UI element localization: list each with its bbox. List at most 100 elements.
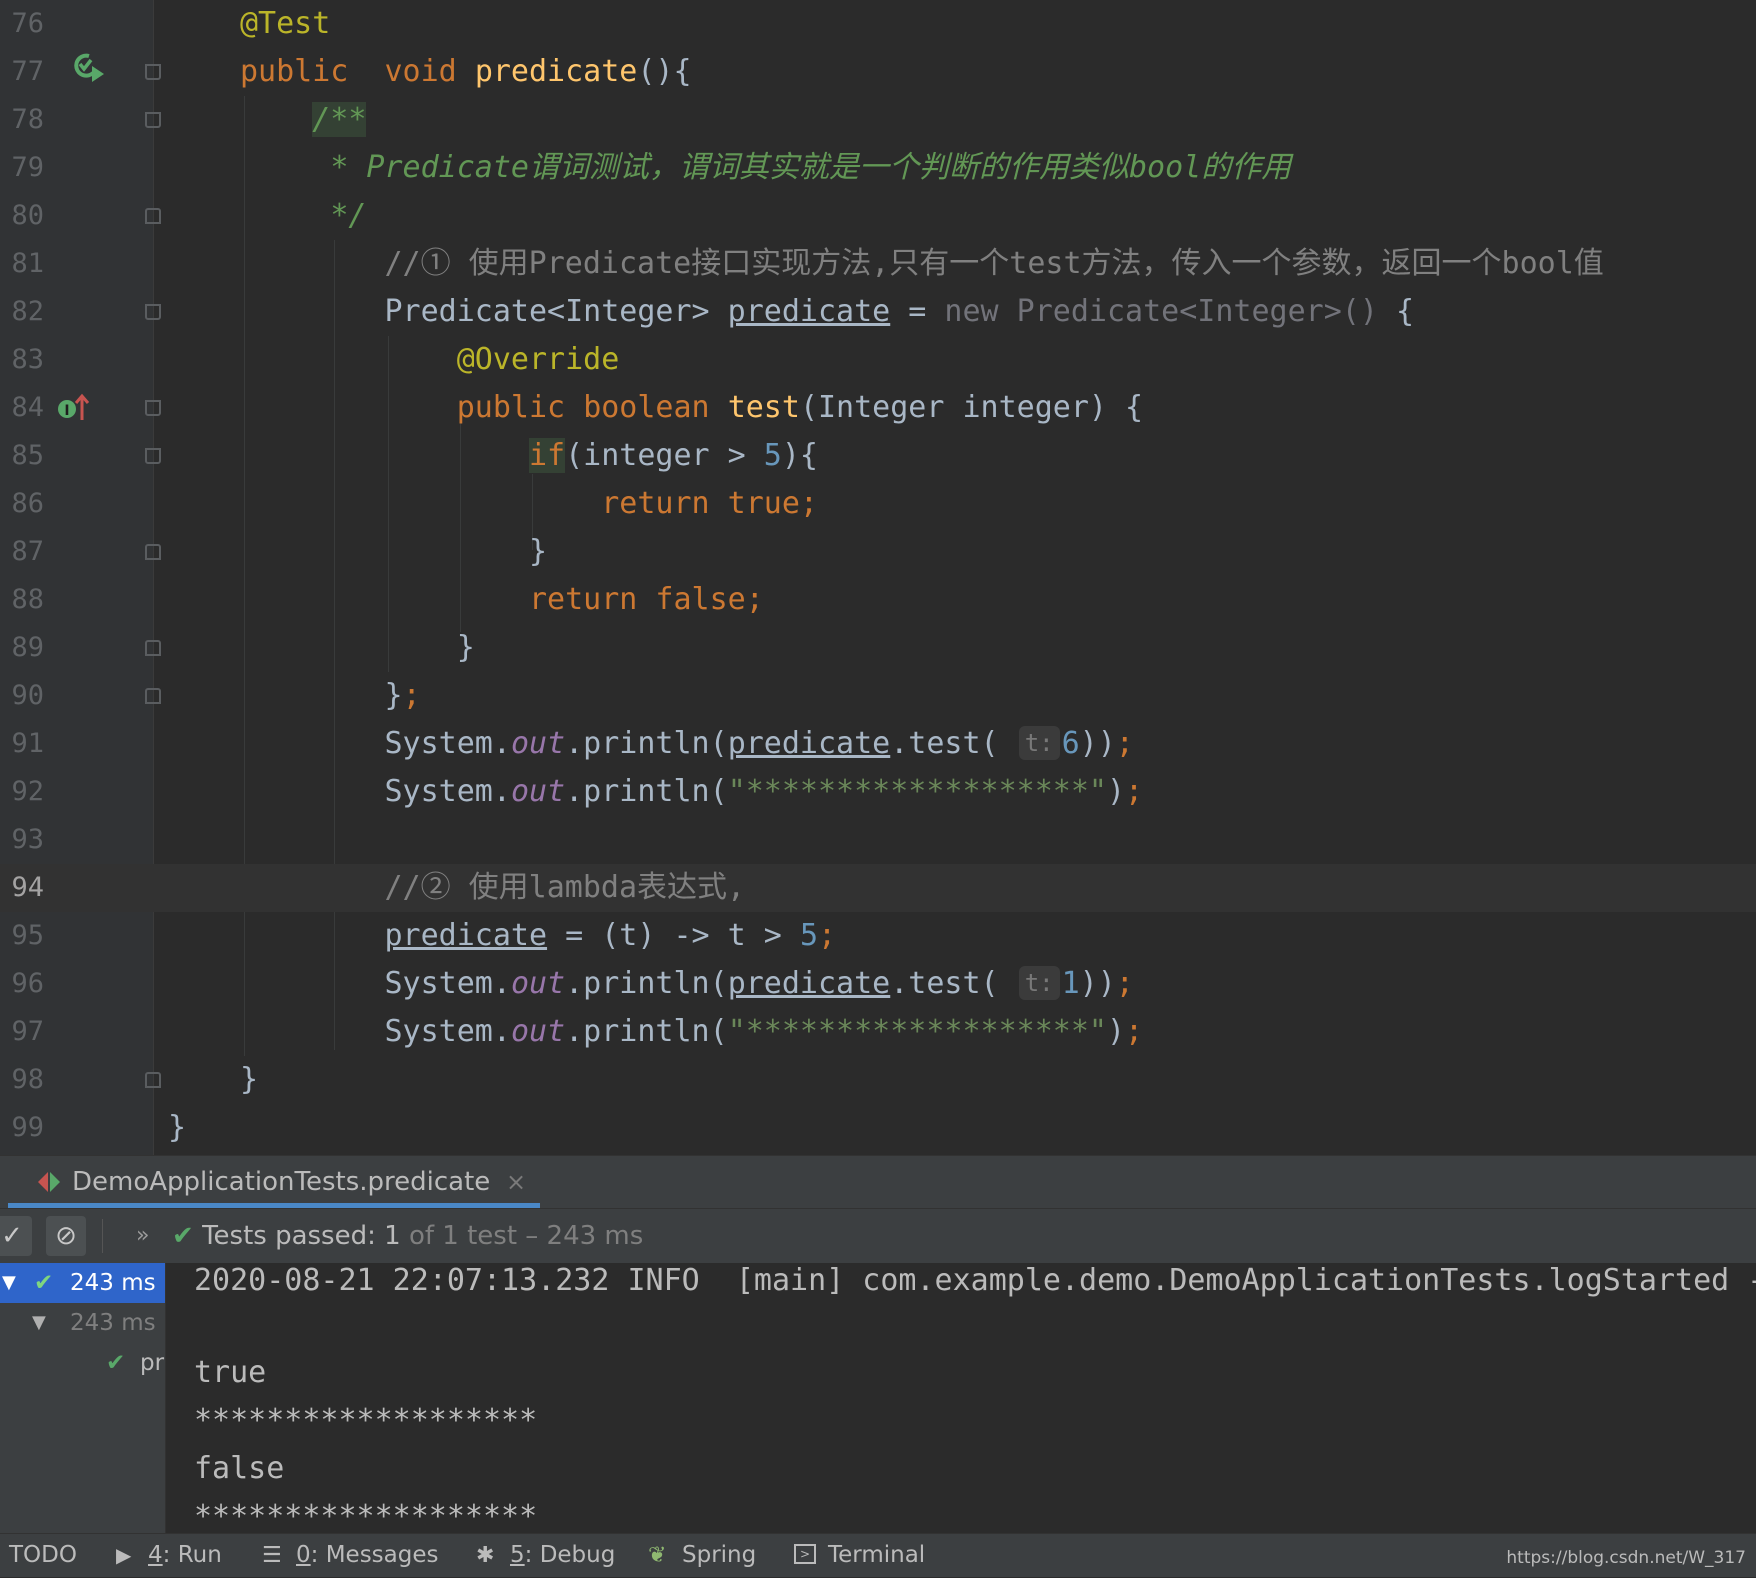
code-line[interactable]: 95 predicate = (t) -> t > 5; [0, 912, 1756, 960]
line-number: 98 [11, 1064, 44, 1095]
line-number: 77 [11, 56, 44, 87]
code-editor[interactable]: 76 @Test 77 public void predicate(){ 78 … [0, 0, 1756, 1155]
console-line: true [194, 1355, 267, 1390]
line-code: predicate = (t) -> t > 5; [384, 918, 837, 953]
parameter-hint: t: [1018, 966, 1060, 1000]
line-code: } [240, 1062, 259, 1097]
code-line[interactable]: 90 }; [0, 672, 1756, 720]
line-code: public boolean test(Integer integer) { [456, 390, 1144, 425]
line-code: Predicate<Integer> predicate = new Predi… [384, 294, 1415, 329]
line-number: 88 [11, 584, 44, 615]
line-code: @Override [456, 342, 620, 377]
code-line[interactable]: 81 //① 使用Predicate接口实现方法,只有一个test方法，传入一个… [0, 240, 1756, 288]
code-line[interactable]: 97 System.out.println("*****************… [0, 1008, 1756, 1056]
fold-marker[interactable] [145, 1072, 161, 1088]
code-line[interactable]: 82 Predicate<Integer> predicate = new Pr… [0, 288, 1756, 336]
console-line: false [194, 1451, 285, 1486]
code-line[interactable]: 77 public void predicate(){ [0, 48, 1756, 96]
line-number: 91 [11, 728, 44, 759]
passed-check-icon: ✔ [34, 1270, 54, 1296]
run-tab-bar: DemoApplicationTests.predicate × [0, 1155, 1756, 1208]
fold-marker[interactable] [145, 544, 161, 560]
line-number: 81 [11, 248, 44, 279]
line-number: 76 [11, 8, 44, 39]
more-icon[interactable]: » [136, 1209, 149, 1263]
bug-icon: ✱ [476, 1543, 495, 1568]
code-line[interactable]: 83 @Override [0, 336, 1756, 384]
tool-window-bar: TODO ▶ 4: Run ☰ 0: Messages ✱ 5: Debug ❦… [0, 1533, 1756, 1577]
close-icon[interactable]: × [506, 1156, 526, 1208]
fold-marker[interactable] [145, 688, 161, 704]
passed-check-icon: ✔ [172, 1221, 194, 1251]
line-code: public void predicate(){ [240, 54, 692, 89]
line-number: 96 [11, 968, 44, 999]
show-ignored-button[interactable]: ⊘ [46, 1216, 86, 1256]
line-code: @Test [240, 6, 331, 41]
line-number: 87 [11, 536, 44, 567]
tree-row-method[interactable]: ✔ pr [0, 1343, 165, 1383]
code-line[interactable]: 93 [0, 816, 1756, 864]
passed-check-icon: ✔ [106, 1350, 126, 1376]
test-results-tree[interactable]: ▼ ✔ 243 ms ▼ 243 ms ✔ pr [0, 1263, 166, 1533]
svg-text:I: I [64, 403, 69, 419]
fold-marker[interactable] [145, 208, 161, 224]
fold-marker[interactable] [145, 64, 161, 80]
tests-status: ✔ Tests passed: 1 of 1 test – 243 ms [172, 1221, 644, 1251]
current-code-line[interactable]: 94 //② 使用lambda表达式, [0, 864, 1756, 912]
run-toolbar: ✓ ⊘ » ✔ Tests passed: 1 of 1 test – 243 … [0, 1208, 1756, 1263]
line-code: } [456, 630, 475, 665]
line-code: } [168, 1110, 187, 1145]
code-line[interactable]: 87 } [0, 528, 1756, 576]
fold-marker[interactable] [145, 112, 161, 128]
console-line: ******************* [194, 1403, 538, 1438]
line-number: 86 [11, 488, 44, 519]
chevron-down-icon[interactable]: ▼ [2, 1263, 16, 1303]
test-config-icon [38, 1172, 60, 1192]
code-line[interactable]: 92 System.out.println("*****************… [0, 768, 1756, 816]
chevron-down-icon[interactable]: ▼ [32, 1303, 46, 1343]
line-number: 93 [11, 824, 44, 855]
code-line[interactable]: 85 if(integer > 5){ [0, 432, 1756, 480]
code-line[interactable]: 88 return false; [0, 576, 1756, 624]
tree-row-root[interactable]: ▼ ✔ 243 ms [0, 1263, 165, 1303]
code-line[interactable]: 78 /** [0, 96, 1756, 144]
run-tab[interactable]: DemoApplicationTests.predicate × [8, 1156, 540, 1208]
line-number: 89 [11, 632, 44, 663]
tree-row-class[interactable]: ▼ 243 ms [0, 1303, 165, 1343]
fold-marker[interactable] [145, 640, 161, 656]
line-code: }; [384, 678, 421, 713]
line-code: } [528, 534, 548, 569]
tree-row-label: 243 ms [70, 1310, 156, 1336]
line-code: */ [330, 198, 367, 233]
line-code: System.out.println(predicate.test( t: 6))… [384, 726, 1134, 761]
code-line[interactable]: 96 System.out.println(predicate.test( t:… [0, 960, 1756, 1008]
show-passed-button[interactable]: ✓ [0, 1216, 32, 1256]
line-number: 79 [11, 152, 44, 183]
fold-marker[interactable] [145, 448, 161, 464]
run-test-icon[interactable] [72, 50, 106, 84]
line-number: 94 [11, 872, 44, 903]
line-code: /** [312, 102, 367, 137]
implements-method-icon[interactable]: I [56, 392, 90, 424]
console-output[interactable]: 2020-08-21 22:07:13.232 INFO [main] com.… [166, 1263, 1756, 1533]
line-code: //② 使用lambda表达式, [384, 870, 746, 905]
code-line[interactable]: 84 I public boolean test(Integer integer… [0, 384, 1756, 432]
fold-marker[interactable] [145, 304, 161, 320]
code-line[interactable]: 98 } [0, 1056, 1756, 1104]
terminal-icon: > [794, 1544, 816, 1564]
line-code: System.out.println(predicate.test( t: 1))… [384, 966, 1134, 1001]
line-code: System.out.println("*******************"… [384, 774, 1144, 809]
line-number: 80 [11, 200, 44, 231]
run-icon: ▶ [116, 1543, 132, 1567]
code-line[interactable]: 89 } [0, 624, 1756, 672]
fold-marker[interactable] [145, 400, 161, 416]
spring-leaf-icon: ❦ [648, 1543, 667, 1568]
todo-tab[interactable]: TODO [9, 1534, 77, 1577]
code-line[interactable]: 99 } [0, 1104, 1756, 1152]
code-line[interactable]: 76 @Test [0, 0, 1756, 48]
code-line[interactable]: 80 */ [0, 192, 1756, 240]
code-line[interactable]: 91 System.out.println(predicate.test( t:… [0, 720, 1756, 768]
code-line[interactable]: 79 * Predicate谓词测试，谓词其实就是一个判断的作用类似bool的作… [0, 144, 1756, 192]
code-line[interactable]: 86 return true; [0, 480, 1756, 528]
line-code: * Predicate谓词测试，谓词其实就是一个判断的作用类似bool的作用 [330, 150, 1292, 185]
